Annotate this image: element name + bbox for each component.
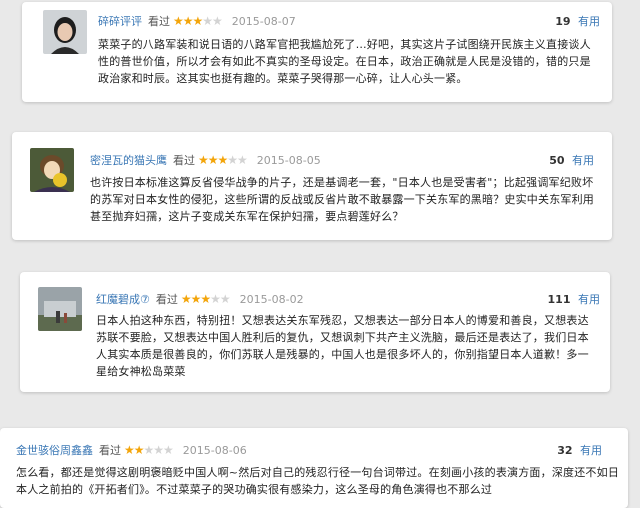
rating-stars: ★★★★★: [198, 153, 248, 167]
review-date: 2015-08-06: [182, 443, 247, 457]
useful-count: 19: [555, 15, 571, 28]
reviewer-name[interactable]: 碎碎评评: [98, 13, 142, 29]
useful-count: 111: [547, 293, 571, 306]
review-text: 菜菜子的八路军装和说日语的八路军官把我尴尬死了…好吧，其实这片子试图绕开民族主义…: [98, 38, 591, 85]
reviewer-name[interactable]: 密涅瓦的猫头鹰: [90, 152, 167, 168]
avatar[interactable]: [38, 287, 82, 331]
useful-button[interactable]: 有用: [578, 15, 600, 28]
review-text: 日本人拍这种东西，特别扭！又想表达关东军残忍，又想表达一部分日本人的博爱和善良，…: [96, 314, 589, 378]
avatar[interactable]: [43, 10, 87, 54]
review-date: 2015-08-07: [231, 14, 296, 28]
watched-label: 看过: [99, 444, 121, 457]
useful-button[interactable]: 有用: [580, 444, 602, 457]
rating-stars: ★★★★★: [124, 443, 174, 457]
reviewer-name[interactable]: 红魔碧成⑦: [96, 291, 150, 307]
review-card: 金世骇俗周鑫鑫 看过 ★★★★★ 2015-08-06 32 有用 怎么看，都还…: [0, 428, 628, 508]
review-text: 怎么看，都还是觉得这剧明褒暗贬中国人啊~然后对自己的残忍行径一句台词带过。在刻画…: [16, 466, 620, 496]
review-card: 红魔碧成⑦ 看过 ★★★★★ 2015-08-02 111 有用 日本人拍这种东…: [20, 272, 610, 392]
review-text: 也许按日本标准这算反省侵华战争的片子，还是基调老一套，"日本人也是受害者"；比起…: [90, 176, 594, 223]
review-card: 密涅瓦的猫头鹰 看过 ★★★★★ 2015-08-05 50 有用 也许按日本标…: [12, 132, 612, 240]
avatar[interactable]: [30, 148, 74, 192]
useful-button[interactable]: 有用: [572, 154, 594, 167]
useful-count: 32: [557, 444, 573, 457]
review-card: 碎碎评评 看过 ★★★★★ 2015-08-07 19 有用 菜菜子的八路军装和…: [22, 2, 612, 102]
rating-stars: ★★★★★: [180, 292, 231, 306]
watched-label: 看过: [173, 154, 195, 167]
rating-stars: ★★★★★: [173, 14, 223, 28]
review-date: 2015-08-05: [256, 153, 321, 167]
useful-button[interactable]: 有用: [578, 293, 600, 306]
useful-count: 50: [549, 154, 565, 167]
review-date: 2015-08-02: [239, 292, 304, 306]
reviewer-name[interactable]: 金世骇俗周鑫鑫: [16, 442, 93, 458]
watched-label: 看过: [155, 293, 178, 306]
watched-label: 看过: [148, 15, 170, 28]
